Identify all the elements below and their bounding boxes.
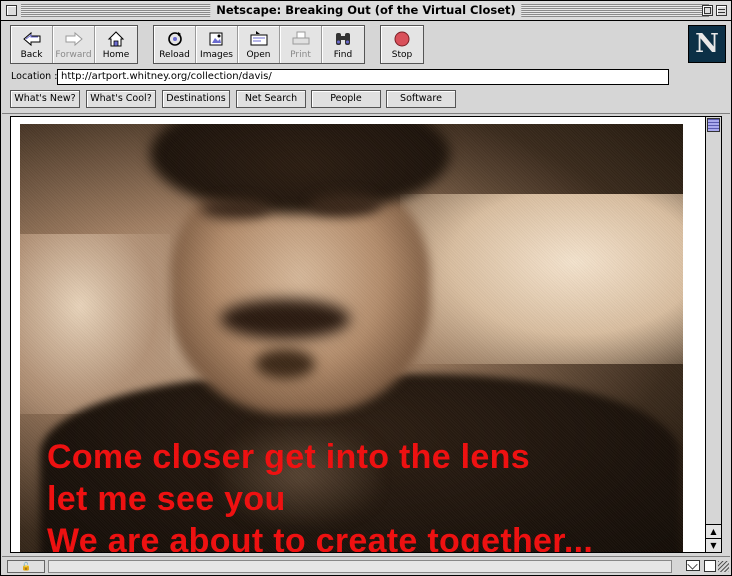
whats-new-button[interactable]: What's New? xyxy=(10,90,80,108)
images-icon xyxy=(206,30,228,48)
title-bar[interactable]: Netscape: Breaking Out (of the Virtual C… xyxy=(1,1,731,21)
page-button-group: Reload Images Open Print Find xyxy=(153,25,365,64)
open-icon xyxy=(248,30,270,48)
resize-grip-icon[interactable] xyxy=(718,561,729,572)
stop-button-group: Stop xyxy=(380,25,424,64)
status-bar: 🔓 xyxy=(2,556,730,575)
images-label: Images xyxy=(200,50,233,60)
webcam-portrait-image: Come closer get into the lens let me see… xyxy=(20,124,683,553)
back-button[interactable]: Back xyxy=(11,26,53,63)
print-label: Print xyxy=(290,50,311,60)
home-button[interactable]: Home xyxy=(95,26,137,63)
open-button[interactable]: Open xyxy=(238,26,280,63)
net-search-button[interactable]: Net Search xyxy=(236,90,306,108)
status-message-field xyxy=(48,560,672,573)
reload-icon xyxy=(164,30,186,48)
compose-icon[interactable] xyxy=(704,560,716,572)
page-content: Come closer get into the lens let me see… xyxy=(10,116,706,553)
stop-icon xyxy=(391,30,413,48)
open-label: Open xyxy=(246,50,271,60)
overlay-caption: Come closer get into the lens let me see… xyxy=(47,436,594,553)
reload-button[interactable]: Reload xyxy=(154,26,196,63)
home-icon xyxy=(105,30,127,48)
security-lock-icon[interactable]: 🔓 xyxy=(7,560,45,573)
location-label: Location : xyxy=(11,71,58,82)
navigation-toolbar: Back Forward Home Reload Images Open Pri… xyxy=(2,22,730,67)
window-title: Netscape: Breaking Out (of the Virtual C… xyxy=(210,3,522,18)
find-button[interactable]: Find xyxy=(322,26,364,63)
netscape-logo[interactable]: N xyxy=(688,25,726,63)
back-label: Back xyxy=(20,50,43,60)
people-button[interactable]: People xyxy=(311,90,381,108)
netscape-logo-letter: N xyxy=(695,29,719,59)
scroll-thumb[interactable] xyxy=(707,118,720,132)
location-url-field[interactable]: http://artport.whitney.org/collection/da… xyxy=(57,69,669,85)
location-bar: Location : http://artport.whitney.org/co… xyxy=(2,68,730,88)
browser-window: Netscape: Breaking Out (of the Virtual C… xyxy=(0,0,732,576)
home-label: Home xyxy=(102,50,130,60)
print-icon xyxy=(290,30,312,48)
nav-button-group: Back Forward Home xyxy=(10,25,138,64)
software-button[interactable]: Software xyxy=(386,90,456,108)
print-button[interactable]: Print xyxy=(280,26,322,63)
close-box-icon[interactable] xyxy=(6,5,17,16)
scroll-up-arrow-icon[interactable]: ▲ xyxy=(706,524,721,538)
toolbar-divider xyxy=(2,113,730,114)
caption-line: We are about to create together... xyxy=(47,522,594,553)
caption-line: Come closer get into the lens xyxy=(47,438,530,476)
mail-icon[interactable] xyxy=(686,560,700,571)
stop-label: Stop xyxy=(391,50,413,60)
find-binoculars-icon xyxy=(332,30,354,48)
collapse-box-icon[interactable] xyxy=(716,5,727,16)
images-button[interactable]: Images xyxy=(196,26,238,63)
caption-line: let me see you xyxy=(47,480,286,518)
forward-arrow-icon xyxy=(63,30,85,48)
forward-label: Forward xyxy=(55,50,92,60)
directory-buttons: What's New? What's Cool? Destinations Ne… xyxy=(2,90,730,110)
back-arrow-icon xyxy=(21,30,43,48)
forward-button[interactable]: Forward xyxy=(53,26,95,63)
vertical-scrollbar[interactable]: ▲ ▼ xyxy=(706,116,722,553)
whats-cool-button[interactable]: What's Cool? xyxy=(86,90,156,108)
zoom-box-icon[interactable] xyxy=(702,5,713,16)
reload-label: Reload xyxy=(159,50,190,60)
scroll-down-arrow-icon[interactable]: ▼ xyxy=(706,538,721,552)
destinations-button[interactable]: Destinations xyxy=(162,90,230,108)
find-label: Find xyxy=(333,50,353,60)
stop-button[interactable]: Stop xyxy=(381,26,423,63)
